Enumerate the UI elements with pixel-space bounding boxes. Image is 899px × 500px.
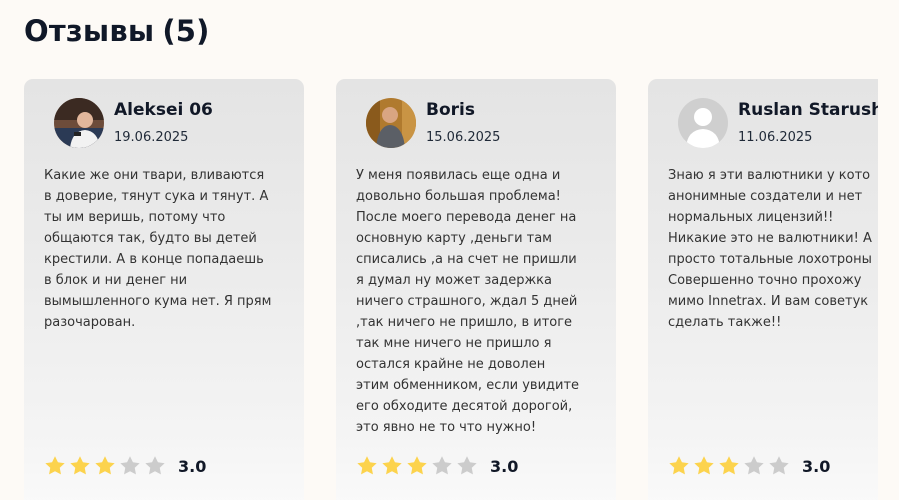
star-icon xyxy=(767,454,791,478)
reviews-carousel[interactable]: Aleksei 06 19.06.2025 Какие же они твари… xyxy=(0,79,878,500)
review-text: Знаю я эти валютники у кото анонимные со… xyxy=(668,165,878,333)
star-icon xyxy=(717,454,741,478)
review-text-line: в доверие, тянут сука и тянут. А xyxy=(44,189,269,204)
review-text-line: общаются так, будто вы детей xyxy=(44,231,257,246)
avatar xyxy=(54,98,104,148)
review-text-line: мимо Innetrax. И вам советук xyxy=(668,294,869,309)
user-photo-icon xyxy=(366,98,416,148)
reviews-heading: Отзывы (5) xyxy=(24,14,210,48)
review-text-line: вымышленного кума нет. Я прям xyxy=(44,294,272,309)
review-text-line: Знаю я эти валютники у кото xyxy=(668,168,871,183)
rating-score: 3.0 xyxy=(178,456,207,476)
star-icon xyxy=(455,454,479,478)
star-icon xyxy=(667,454,691,478)
review-text-line: списались ,а на счет не пришли xyxy=(356,252,577,267)
review-text: Какие же они твари, вливаются в доверие,… xyxy=(44,165,299,333)
review-card: Aleksei 06 19.06.2025 Какие же они твари… xyxy=(24,79,304,500)
rating-score: 3.0 xyxy=(490,456,519,476)
star-rating: 3.0 xyxy=(667,454,830,478)
avatar xyxy=(366,98,416,148)
star-icon xyxy=(93,454,117,478)
review-text-line: ты им веришь, потому что xyxy=(44,210,226,225)
review-text-line: анонимные создатели и нет xyxy=(668,189,863,204)
star-icon xyxy=(118,454,142,478)
review-text: У меня появилась еще одна и довольно бол… xyxy=(356,165,611,438)
star-icon xyxy=(430,454,454,478)
reviewer-name: Boris xyxy=(426,100,475,120)
review-text-line: в блок и ни денег ни xyxy=(44,273,188,288)
star-icon xyxy=(692,454,716,478)
reviewer-name: Aleksei 06 xyxy=(114,100,213,120)
star-icon xyxy=(43,454,67,478)
star-icon xyxy=(380,454,404,478)
review-text-line: так мне ничего не пришло я xyxy=(356,336,552,351)
review-text-line: я думал ну может задержка xyxy=(356,273,552,288)
review-date: 19.06.2025 xyxy=(114,130,189,145)
review-text-line: нормальных лицензий!! xyxy=(668,210,834,225)
review-text-line: сделать также!! xyxy=(668,315,782,330)
review-text-line: это явно не то что нужно! xyxy=(356,420,537,435)
star-rating: 3.0 xyxy=(43,454,206,478)
star-icon xyxy=(742,454,766,478)
review-date: 11.06.2025 xyxy=(738,130,813,145)
star-icon xyxy=(68,454,92,478)
review-text-line: Никакие это не валютники! А xyxy=(668,231,872,246)
review-text-line: После моего перевода денег на xyxy=(356,210,577,225)
review-text-line: Совершенно точно прохожу xyxy=(668,273,862,288)
reviews-count: (5) xyxy=(162,14,210,48)
review-text-line: У меня появилась еще одна и xyxy=(356,168,561,183)
review-text-line: ,так ничего не пришло, в итоге xyxy=(356,315,573,330)
review-card: Boris 15.06.2025 У меня появилась еще од… xyxy=(336,79,616,500)
review-card: Ruslan Starush 11.06.2025 Знаю я эти вал… xyxy=(648,79,878,500)
star-icon xyxy=(355,454,379,478)
review-date: 15.06.2025 xyxy=(426,130,501,145)
star-rating: 3.0 xyxy=(355,454,518,478)
default-user-icon xyxy=(678,98,728,148)
reviews-heading-label: Отзывы xyxy=(24,14,155,48)
review-text-line: крестили. А в конце попадаешь xyxy=(44,252,264,267)
star-icon xyxy=(405,454,429,478)
review-text-line: разочарован. xyxy=(44,315,136,330)
star-icon xyxy=(143,454,167,478)
review-text-line: остался крайне не доволен xyxy=(356,357,546,372)
user-photo-icon xyxy=(54,98,104,148)
review-text-line: этим обменником, если увидите xyxy=(356,378,580,393)
reviewer-name: Ruslan Starush xyxy=(738,100,878,120)
review-text-line: ничего страшного, ждал 5 дней xyxy=(356,294,578,309)
avatar xyxy=(678,98,728,148)
review-text-line: просто тотальные лохотроны xyxy=(668,252,872,267)
rating-score: 3.0 xyxy=(802,456,831,476)
review-text-line: Какие же они твари, вливаются xyxy=(44,168,265,183)
review-text-line: его обходите десятой дорогой, xyxy=(356,399,573,414)
review-text-line: довольно большая проблема! xyxy=(356,189,561,204)
review-text-line: основную карту ,деньги там xyxy=(356,231,552,246)
